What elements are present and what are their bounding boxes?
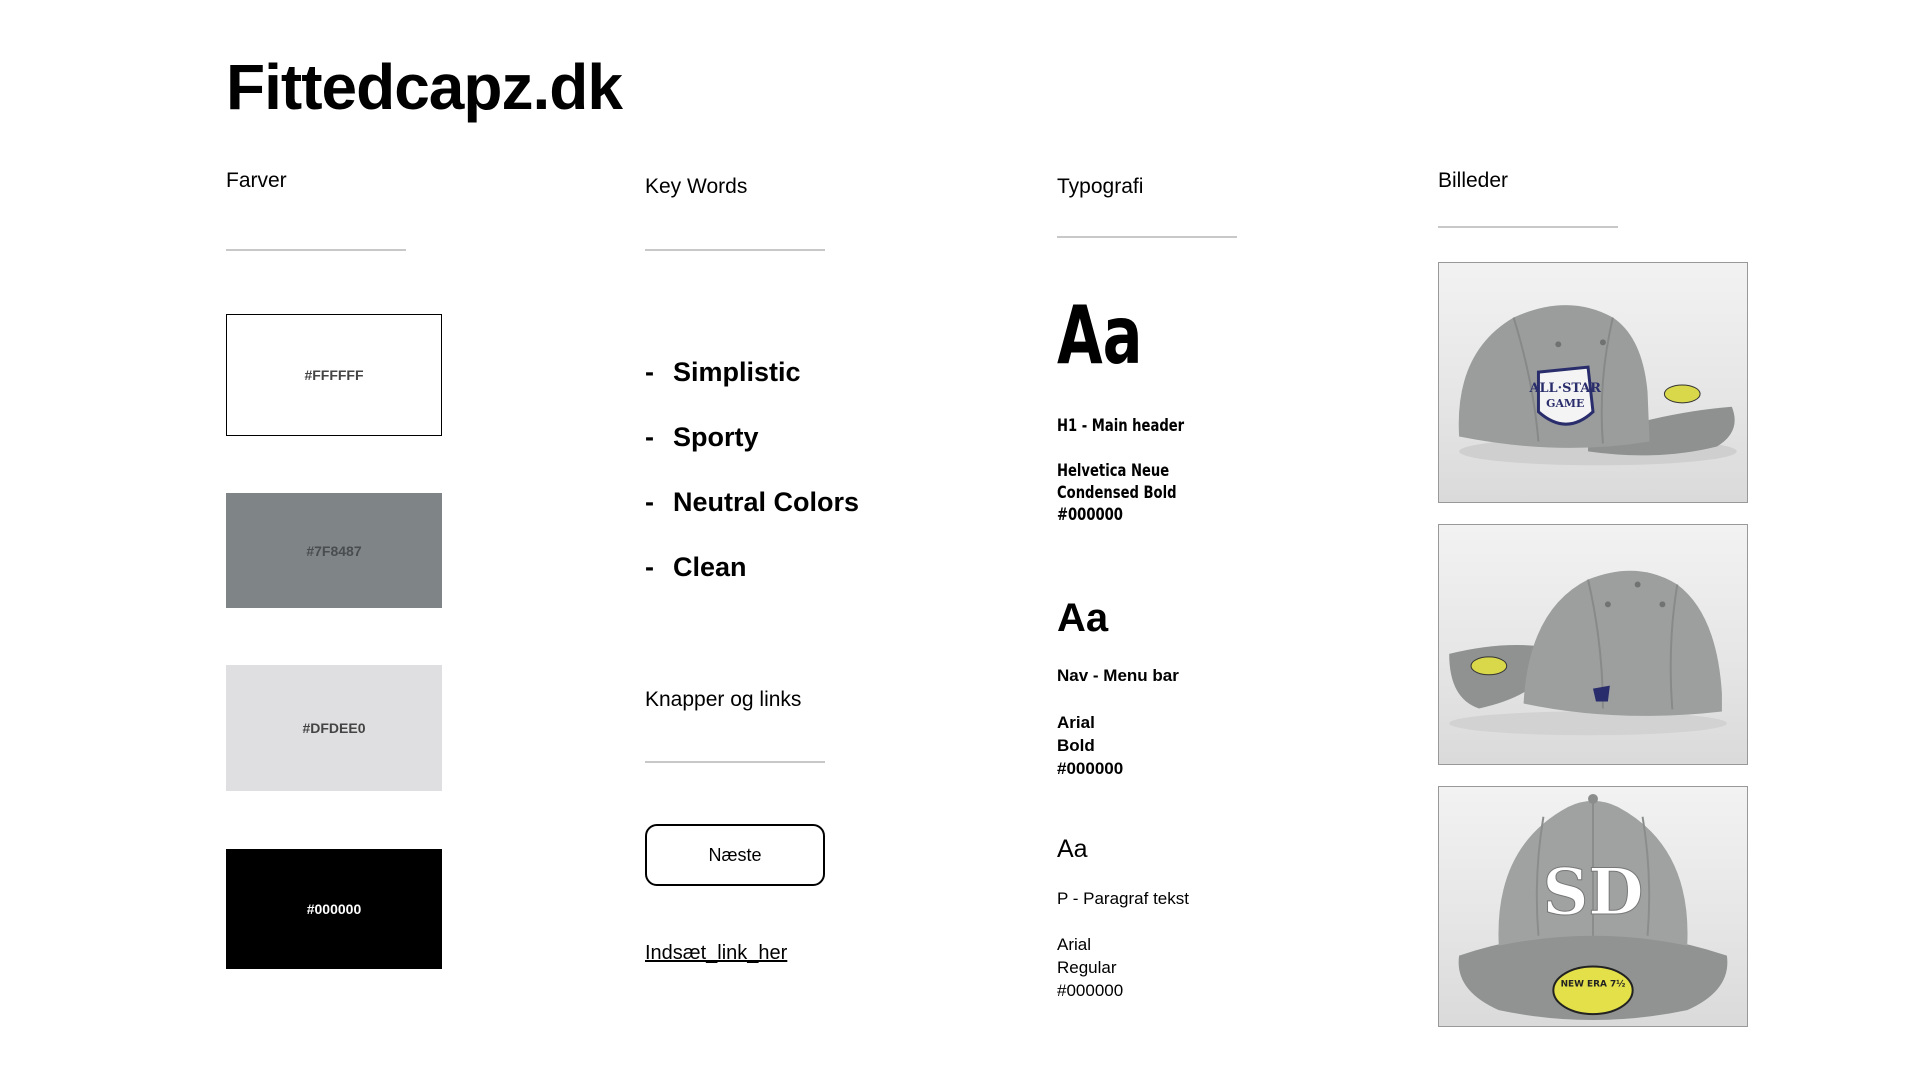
- nav-font-sample: Aa: [1057, 596, 1109, 640]
- keyword-text: Clean: [673, 552, 747, 582]
- cap-photo-side-patch: ALL·STAR GAME: [1438, 262, 1748, 503]
- keyword-item: - Sporty: [645, 405, 859, 470]
- keyword-item: - Clean: [645, 535, 859, 600]
- sample-link[interactable]: Indsæt_link_her: [645, 942, 787, 965]
- typography-heading-rule: [1057, 236, 1237, 238]
- paragraph-role-label: P - Paragraf tekst: [1057, 889, 1189, 908]
- swatch-light-gray-label: #DFDEE0: [302, 720, 366, 736]
- h1-role-label: H1 - Main header: [1057, 416, 1185, 436]
- typography-heading: Typografi: [1057, 175, 1144, 198]
- h1-font-name: Helvetica Neue: [1057, 461, 1170, 481]
- swatch-white-label: #FFFFFF: [304, 367, 364, 383]
- keywords-list: - Simplistic - Sporty - Neutral Colors - Cle…: [645, 340, 859, 600]
- keywords-heading: Key Words: [645, 175, 748, 198]
- keywords-heading-rule: [645, 249, 825, 251]
- svg-text:ALL·STAR: ALL·STAR: [1529, 381, 1602, 396]
- nav-font-color: #000000: [1057, 759, 1124, 779]
- nav-role-label: Nav - Menu bar: [1057, 666, 1179, 685]
- paragraph-font-sample: Aa: [1057, 835, 1088, 863]
- buttons-heading: Knapper og links: [645, 688, 802, 711]
- colors-heading-rule: [226, 249, 406, 251]
- cap-side-logo-icon: [1449, 570, 1727, 736]
- keyword-item: - Neutral Colors: [645, 470, 859, 535]
- swatch-gray: #7F8487: [226, 493, 442, 608]
- nav-font-weight: Bold: [1057, 736, 1095, 756]
- cap-front-icon: SD NEW ERA 7½: [1458, 793, 1728, 1021]
- svg-text:GAME: GAME: [1546, 397, 1584, 410]
- paragraph-font-details: Arial Regular #000000: [1057, 934, 1123, 1003]
- swatch-black-label: #000000: [306, 901, 362, 917]
- h1-font-details: Helvetica Neue Condensed Bold #000000: [1057, 460, 1176, 526]
- nav-font-name: Arial: [1057, 713, 1095, 732]
- nav-font-details: Arial Bold #000000: [1057, 711, 1123, 780]
- next-button[interactable]: Næste: [645, 824, 825, 886]
- swatch-light-gray: #DFDEE0: [226, 665, 442, 791]
- buttons-heading-rule: [645, 761, 825, 763]
- h1-font-sample: Aa: [1057, 289, 1143, 382]
- h1-font-color: #000000: [1057, 505, 1123, 526]
- page-title: Fittedcapz.dk: [226, 51, 623, 123]
- swatch-gray-label: #7F8487: [306, 542, 362, 559]
- swatch-black: #000000: [226, 849, 442, 969]
- cap-photo-front: SD NEW ERA 7½: [1438, 786, 1748, 1027]
- keyword-text: Simplistic: [673, 357, 801, 387]
- keyword-dash: -: [645, 487, 654, 517]
- paragraph-font-color: #000000: [1057, 980, 1124, 1000]
- paragraph-font-name: Arial: [1057, 935, 1092, 954]
- images-heading: Billeder: [1438, 169, 1509, 192]
- keyword-item: - Simplistic: [645, 340, 859, 405]
- paragraph-font-weight: Regular: [1057, 957, 1117, 977]
- keyword-text: Sporty: [673, 422, 759, 452]
- cap-side-patch-icon: ALL·STAR GAME: [1458, 305, 1737, 466]
- images-heading-rule: [1438, 226, 1618, 228]
- keyword-text: Neutral Colors: [673, 487, 860, 517]
- swatch-white: #FFFFFF: [226, 314, 442, 436]
- keyword-dash: -: [645, 357, 654, 387]
- sd-logo-text: SD: [1543, 854, 1644, 929]
- cap-photo-side-logo: [1438, 524, 1748, 765]
- keyword-dash: -: [645, 422, 654, 452]
- keyword-dash: -: [645, 552, 654, 582]
- sticker-text: NEW ERA 7½: [1561, 978, 1626, 989]
- colors-heading: Farver: [226, 169, 287, 192]
- h1-font-weight: Condensed Bold: [1057, 483, 1177, 504]
